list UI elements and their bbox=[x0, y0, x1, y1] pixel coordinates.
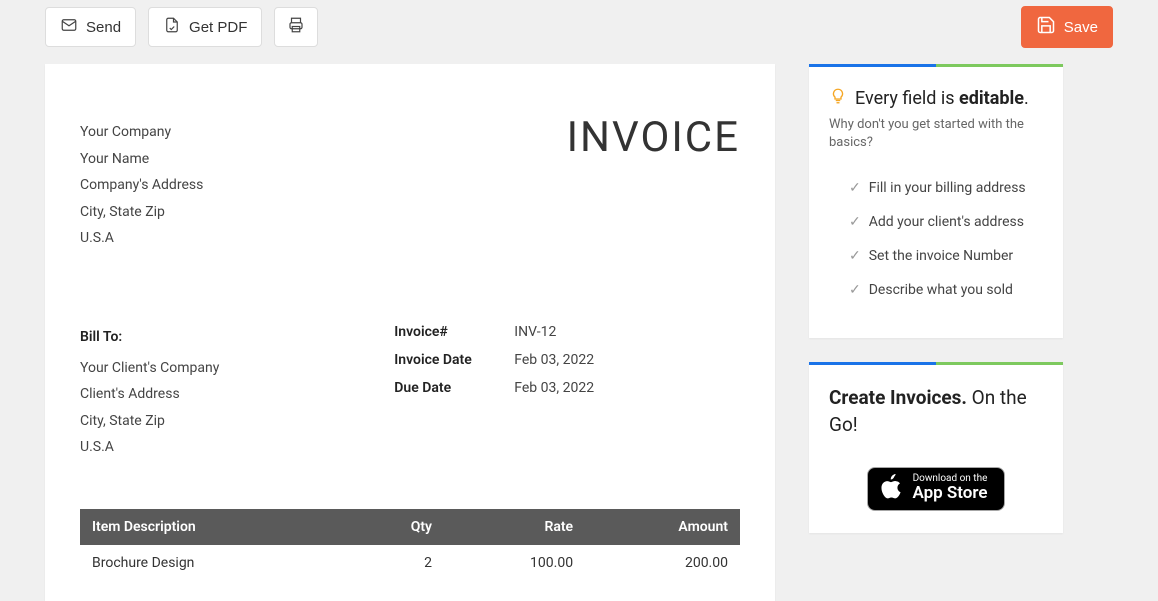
app-store-button[interactable]: Download on the App Store bbox=[867, 467, 1004, 511]
save-label: Save bbox=[1064, 19, 1098, 36]
sidebar: Every field is editable. Why don't you g… bbox=[809, 64, 1063, 601]
col-qty: Qty bbox=[349, 509, 444, 545]
due-date-value[interactable]: Feb 03, 2022 bbox=[514, 380, 594, 396]
list-item: ✓Fill in your billing address bbox=[849, 180, 1043, 196]
apple-icon bbox=[880, 474, 902, 504]
bill-to-label: Bill To: bbox=[80, 324, 394, 351]
col-rate: Rate bbox=[444, 509, 585, 545]
item-rate[interactable]: 100.00 bbox=[444, 545, 585, 581]
item-desc[interactable]: Brochure Design bbox=[80, 545, 349, 581]
lightbulb-icon bbox=[829, 87, 847, 110]
item-amount[interactable]: 200.00 bbox=[585, 545, 740, 581]
toolbar: Send Get PDF Save bbox=[0, 0, 1158, 54]
check-icon: ✓ bbox=[849, 214, 861, 230]
save-icon bbox=[1036, 15, 1056, 39]
invoice-date-value[interactable]: Feb 03, 2022 bbox=[514, 352, 594, 368]
tip-heading-post: . bbox=[1024, 88, 1029, 109]
get-pdf-label: Get PDF bbox=[189, 19, 247, 36]
from-city-state-zip[interactable]: City, State Zip bbox=[80, 199, 203, 226]
invoice-title[interactable]: INVOICE bbox=[567, 113, 740, 162]
tip-checklist: ✓Fill in your billing address ✓Add your … bbox=[829, 180, 1043, 298]
tip-heading: Every field is editable. bbox=[829, 87, 1043, 110]
invoice-meta: Invoice# INV-12 Invoice Date Feb 03, 202… bbox=[394, 324, 740, 461]
list-item: ✓Set the invoice Number bbox=[849, 248, 1043, 264]
bill-to-block[interactable]: Bill To: Your Client's Company Client's … bbox=[80, 324, 394, 461]
promo-panel: Create Invoices. On the Go! Download on … bbox=[809, 362, 1063, 532]
bill-to-address[interactable]: Client's Address bbox=[80, 381, 394, 408]
save-button[interactable]: Save bbox=[1021, 6, 1113, 48]
item-qty[interactable]: 2 bbox=[349, 545, 444, 581]
bill-to-company[interactable]: Your Client's Company bbox=[80, 355, 394, 382]
mail-icon bbox=[60, 16, 78, 38]
print-icon bbox=[287, 16, 305, 38]
list-item: ✓Describe what you sold bbox=[849, 282, 1043, 298]
get-pdf-button[interactable]: Get PDF bbox=[148, 7, 262, 47]
invoice-card: Your Company Your Name Company's Address… bbox=[45, 64, 775, 601]
from-address[interactable]: Company's Address bbox=[80, 172, 203, 199]
pdf-icon bbox=[163, 16, 181, 38]
from-block[interactable]: Your Company Your Name Company's Address… bbox=[80, 119, 203, 252]
bill-to-country[interactable]: U.S.A bbox=[80, 434, 394, 461]
print-button[interactable] bbox=[274, 7, 318, 47]
check-icon: ✓ bbox=[849, 282, 861, 298]
col-amount: Amount bbox=[585, 509, 740, 545]
promo-title-strong: Create Invoices. bbox=[829, 386, 967, 409]
bill-to-city-state-zip[interactable]: City, State Zip bbox=[80, 408, 394, 435]
tip-panel: Every field is editable. Why don't you g… bbox=[809, 64, 1063, 338]
promo-title: Create Invoices. On the Go! bbox=[829, 385, 1043, 438]
invoice-date-label: Invoice Date bbox=[394, 352, 514, 368]
due-date-label: Due Date bbox=[394, 380, 514, 396]
from-country[interactable]: U.S.A bbox=[80, 225, 203, 252]
send-label: Send bbox=[86, 19, 121, 36]
appstore-big-text: App Store bbox=[912, 484, 987, 503]
from-name[interactable]: Your Name bbox=[80, 146, 203, 173]
list-item: ✓Add your client's address bbox=[849, 214, 1043, 230]
table-row[interactable]: Brochure Design 2 100.00 200.00 bbox=[80, 545, 740, 581]
tip-heading-strong: editable bbox=[959, 88, 1024, 109]
tip-subtext: Why don't you get started with the basic… bbox=[829, 116, 1043, 152]
col-desc: Item Description bbox=[80, 509, 349, 545]
tip-heading-pre: Every field is bbox=[855, 88, 959, 109]
check-icon: ✓ bbox=[849, 248, 861, 264]
from-company[interactable]: Your Company bbox=[80, 119, 203, 146]
send-button[interactable]: Send bbox=[45, 7, 136, 47]
items-table: Item Description Qty Rate Amount Brochur… bbox=[80, 509, 740, 581]
invoice-number-value[interactable]: INV-12 bbox=[514, 324, 556, 340]
invoice-number-label: Invoice# bbox=[394, 324, 514, 340]
check-icon: ✓ bbox=[849, 180, 861, 196]
